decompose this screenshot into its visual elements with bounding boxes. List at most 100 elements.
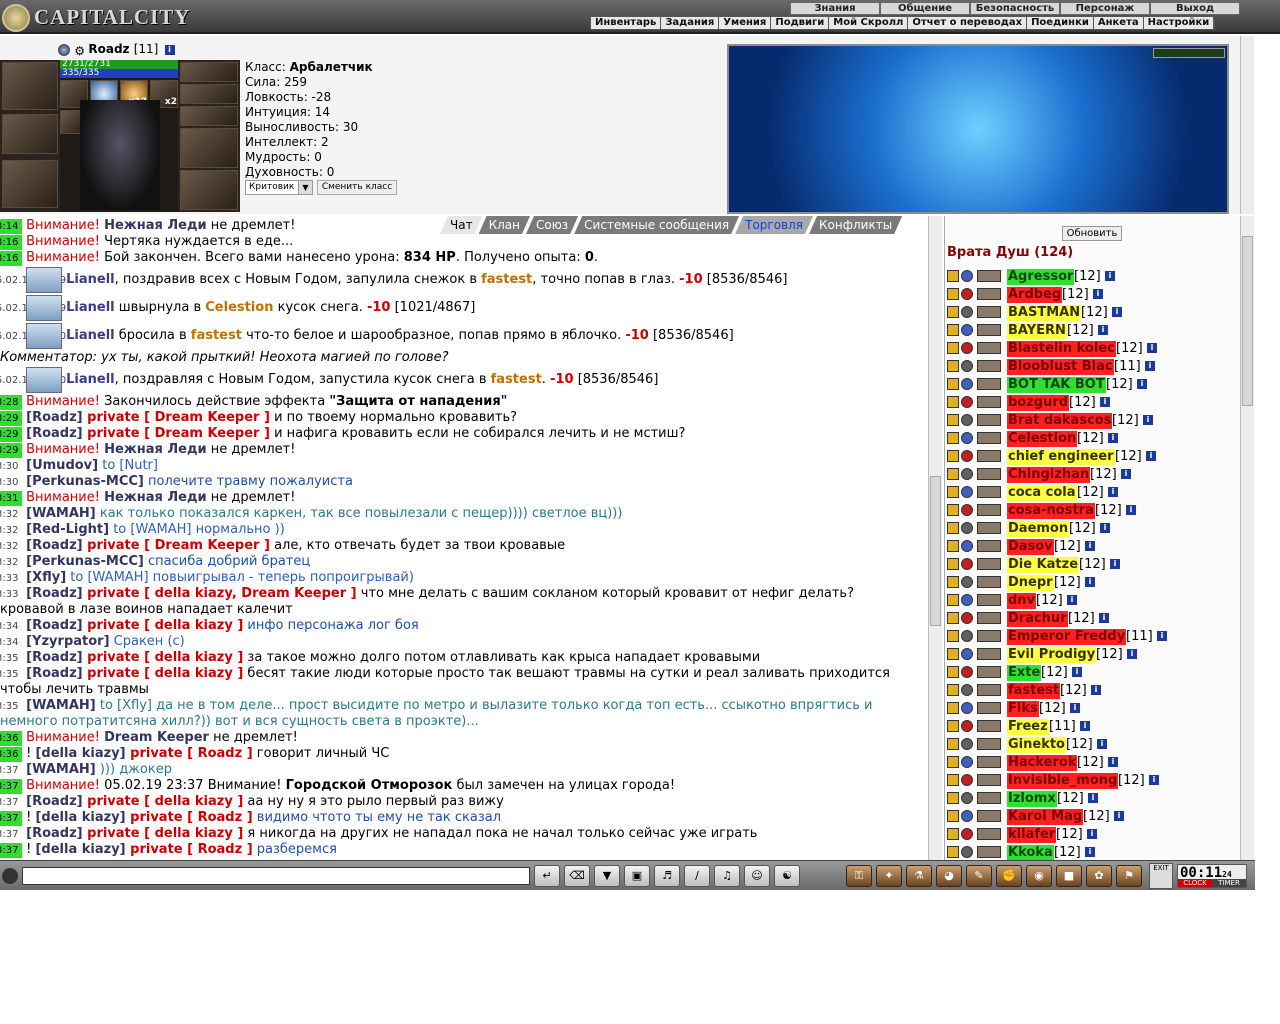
- info-icon[interactable]: i: [1097, 739, 1107, 749]
- info-icon[interactable]: i: [1091, 685, 1101, 695]
- private-target[interactable]: private [ Roadz ]: [126, 746, 253, 761]
- member-scroll-thumb[interactable]: [1242, 236, 1253, 406]
- smile-icon[interactable]: ☺: [744, 865, 770, 887]
- info-icon[interactable]: i: [1085, 541, 1095, 551]
- clock-label[interactable]: CLOCK: [1178, 879, 1212, 887]
- chat-nick[interactable]: [WAMAH]: [26, 762, 96, 777]
- private-target[interactable]: private [ della kiazy ]: [83, 826, 243, 841]
- member-row[interactable]: coca cola [12] i: [947, 484, 1237, 502]
- top-nav-item[interactable]: Общение: [880, 2, 970, 15]
- fist-icon[interactable]: ✊: [996, 865, 1022, 887]
- chat-nick[interactable]: Нежная Леди: [104, 442, 206, 457]
- member-name[interactable]: Freez: [1007, 719, 1049, 735]
- member-name[interactable]: chief engineer: [1007, 449, 1115, 465]
- top-scrollbar[interactable]: [1240, 36, 1254, 214]
- member-name[interactable]: Fiks: [1007, 701, 1039, 717]
- member-row[interactable]: Die Katze [12] i: [947, 556, 1237, 574]
- member-name[interactable]: Ginekto: [1007, 737, 1066, 753]
- member-name[interactable]: Karol Mag: [1007, 809, 1084, 825]
- chat-nick[interactable]: Нежная Леди: [104, 218, 206, 233]
- sub-nav-item[interactable]: Подвиги: [771, 17, 830, 29]
- member-row[interactable]: Blooblust Blac [11] i: [947, 358, 1237, 376]
- member-row[interactable]: Freez [11] i: [947, 718, 1237, 736]
- member-row[interactable]: Hackerok [12] i: [947, 754, 1237, 772]
- chat-scroll-thumb[interactable]: [930, 476, 941, 626]
- chat-input[interactable]: [22, 867, 530, 885]
- chat-nick[interactable]: [Roadz]: [26, 426, 82, 441]
- chat-nick[interactable]: [Roadz]: [26, 618, 82, 633]
- member-row[interactable]: Karol Mag [12] i: [947, 808, 1237, 826]
- chat-nick[interactable]: Dream Keeper: [104, 730, 209, 745]
- crossbow-slot[interactable]: [2, 160, 58, 208]
- member-name[interactable]: cosa-nostra: [1007, 503, 1095, 519]
- refresh-button[interactable]: Обновить: [1062, 226, 1122, 241]
- info-icon[interactable]: i: [1112, 307, 1122, 317]
- info-icon[interactable]: i: [1121, 469, 1131, 479]
- bag-icon[interactable]: ◕: [936, 865, 962, 887]
- member-row[interactable]: Emperor Freddy [11] i: [947, 628, 1237, 646]
- member-name[interactable]: Dasov: [1007, 539, 1054, 555]
- member-row[interactable]: dnv [12] i: [947, 592, 1237, 610]
- member-name[interactable]: Evil Prodigy: [1007, 647, 1097, 663]
- chat-tab[interactable]: Системные сообщения: [574, 216, 739, 234]
- save-icon[interactable]: ▣: [624, 865, 650, 887]
- sub-nav-item[interactable]: Инвентарь: [591, 17, 662, 29]
- member-name[interactable]: Agressor: [1007, 269, 1075, 285]
- chat-tab[interactable]: Клан: [479, 216, 530, 234]
- member-name[interactable]: Kkoka: [1007, 845, 1054, 860]
- clock-widget[interactable]: 00:1124 CLOCK TIMER: [1177, 864, 1247, 888]
- private-target[interactable]: private [ Roadz ]: [126, 842, 253, 857]
- member-row[interactable]: Agressor [12] i: [947, 268, 1237, 286]
- info-icon[interactable]: i: [1108, 487, 1118, 497]
- info-icon[interactable]: i: [1100, 523, 1110, 533]
- chat-text[interactable]: Lianell: [66, 328, 115, 343]
- private-target[interactable]: private [ Dream Keeper ]: [83, 410, 270, 425]
- helmet-icon[interactable]: ☯: [774, 865, 800, 887]
- member-row[interactable]: Chingizhan [12] i: [947, 466, 1237, 484]
- filter-icon[interactable]: ▼: [594, 865, 620, 887]
- member-name[interactable]: BOT TAK BOT: [1007, 377, 1106, 393]
- info-icon[interactable]: i: [1143, 415, 1153, 425]
- info-icon[interactable]: i: [1087, 829, 1097, 839]
- member-name[interactable]: Chingizhan: [1007, 467, 1091, 483]
- chat-text[interactable]: Lianell: [66, 272, 115, 287]
- sound-icon[interactable]: ♫: [714, 865, 740, 887]
- info-icon[interactable]: i: [164, 44, 175, 55]
- chat-nick[interactable]: [Roadz]: [26, 538, 82, 553]
- info-icon[interactable]: i: [1080, 721, 1090, 731]
- character-name[interactable]: Roadz: [88, 42, 129, 56]
- member-name[interactable]: Daemon: [1007, 521, 1070, 537]
- member-name[interactable]: kilafer: [1007, 827, 1057, 843]
- chat-nick[interactable]: [della kiazy]: [35, 746, 125, 761]
- ring-slot-1[interactable]: [180, 62, 238, 82]
- chat-text[interactable]: fastest: [191, 328, 242, 343]
- info-icon[interactable]: i: [1085, 577, 1095, 587]
- member-row[interactable]: Brat dakascos [12] i: [947, 412, 1237, 430]
- chat-nick[interactable]: [Roadz]: [26, 794, 82, 809]
- chat-nick[interactable]: [Roadz]: [26, 666, 82, 681]
- member-row[interactable]: Fiks [12] i: [947, 700, 1237, 718]
- member-row[interactable]: Kkoka [12] i: [947, 844, 1237, 860]
- member-name[interactable]: Celestion: [1007, 431, 1078, 447]
- chat-tab[interactable]: Союз: [526, 216, 578, 234]
- chat-nick[interactable]: [Roadz]: [26, 410, 82, 425]
- sub-nav-item[interactable]: Поединки: [1027, 17, 1094, 29]
- chat-tab[interactable]: Конфликты: [809, 216, 902, 234]
- member-row[interactable]: Ardbeg [12] i: [947, 286, 1237, 304]
- member-name[interactable]: dnv: [1007, 593, 1037, 609]
- chat-text[interactable]: Lianell: [66, 372, 115, 387]
- chat-nick[interactable]: [Yzyrpator]: [26, 634, 109, 649]
- member-name[interactable]: Blastelin kolec: [1007, 341, 1116, 357]
- info-icon[interactable]: i: [1070, 703, 1080, 713]
- chat-log[interactable]: 3:14 Внимание! Нежная Леди не дремлет!3:…: [0, 216, 928, 860]
- member-row[interactable]: chief engineer [12] i: [947, 448, 1237, 466]
- safe-icon[interactable]: ■: [1056, 865, 1082, 887]
- member-name[interactable]: Invisible_mong: [1007, 773, 1119, 789]
- ring-slot-2[interactable]: [180, 84, 238, 104]
- member-row[interactable]: Exte [12] i: [947, 664, 1237, 682]
- chat-nick[interactable]: [Roadz]: [26, 826, 82, 841]
- member-row[interactable]: Celestion [12] i: [947, 430, 1237, 448]
- member-row[interactable]: Izlomx [12] i: [947, 790, 1237, 808]
- info-icon[interactable]: i: [1100, 397, 1110, 407]
- member-name[interactable]: Exte: [1007, 665, 1042, 681]
